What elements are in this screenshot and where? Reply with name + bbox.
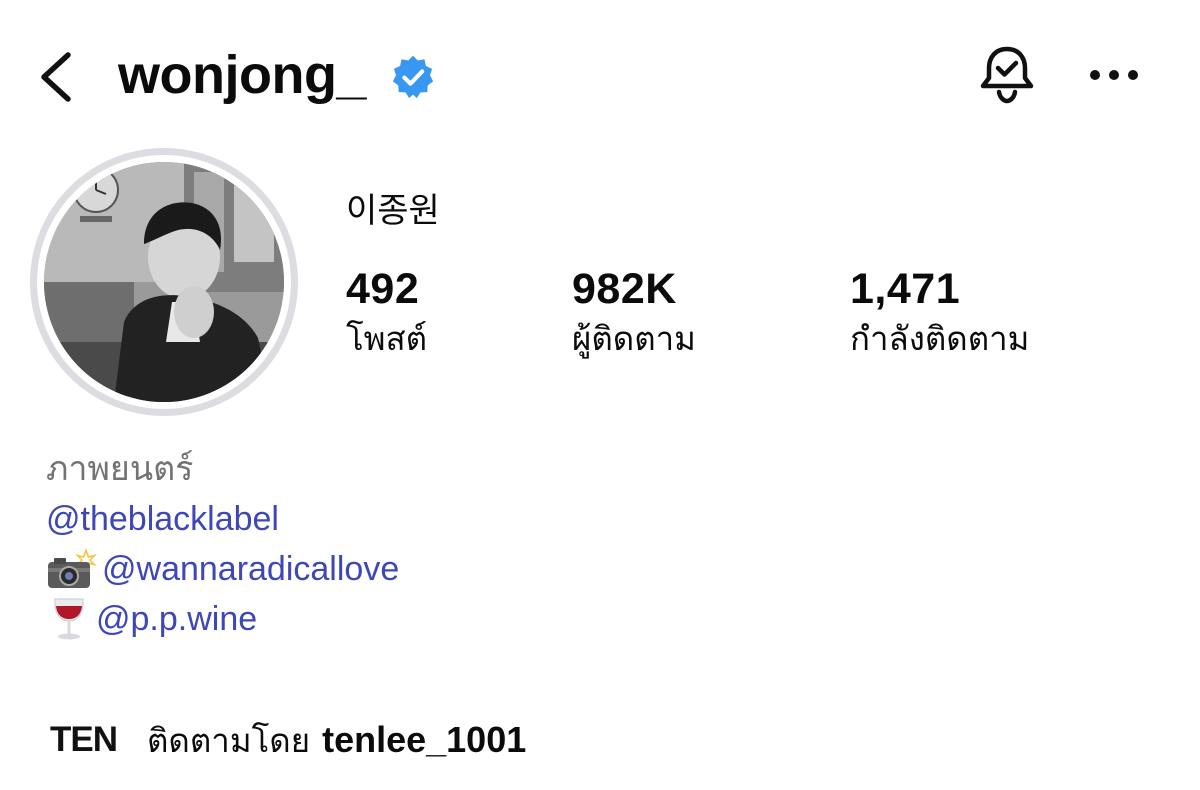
avatar-inner-border	[37, 155, 291, 409]
avatar-image	[44, 162, 284, 402]
followers-label: ผู้ติดตาม	[572, 319, 696, 358]
more-options-button[interactable]	[1082, 50, 1146, 100]
bio-category: ภาพยนตร์	[46, 450, 194, 488]
bio-link-ppwine[interactable]: @p.p.wine	[46, 594, 399, 644]
bio-link-text: @wannaradicallove	[102, 550, 400, 588]
bio-link-wannaradicallove[interactable]: @wannaradicallove	[46, 544, 399, 594]
following-count: 1,471	[850, 265, 961, 313]
camera-flash-emoji-icon	[46, 548, 98, 590]
bell-check-icon	[980, 46, 1034, 104]
back-button[interactable]	[28, 42, 84, 112]
follower-avatar-badge: TEN	[50, 720, 118, 759]
followed-by-row[interactable]: TEN ติดตามโดย tenlee_1001	[50, 714, 526, 766]
chevron-left-icon	[41, 52, 71, 102]
notifications-button[interactable]	[972, 40, 1042, 110]
profile-username: wonjong_	[118, 45, 366, 105]
ellipsis-icon	[1090, 70, 1138, 80]
posts-count: 492	[346, 265, 420, 313]
bio-link-theblacklabel[interactable]: @theblacklabel	[46, 494, 399, 544]
followed-by-prefix: ติดตามโดย	[147, 720, 311, 760]
followed-by-username: tenlee_1001	[322, 719, 527, 760]
followers-count: 982K	[572, 265, 677, 313]
profile-avatar[interactable]	[30, 148, 298, 416]
posts-label: โพสต์	[346, 319, 428, 358]
profile-display-name: 이종원	[346, 191, 440, 231]
avatar-photo	[44, 162, 284, 402]
bio-link-text: @theblacklabel	[46, 500, 279, 538]
stat-following[interactable]: 1,471 กำลังติดตาม	[850, 262, 1029, 362]
profile-bio: ภาพยนตร์ @theblacklabel @wannaradicallov…	[46, 444, 399, 644]
stat-followers[interactable]: 982K ผู้ติดตาม	[572, 262, 696, 362]
verified-badge-icon	[392, 55, 434, 99]
profile-header: wonjong_	[0, 0, 1200, 150]
bio-link-text: @p.p.wine	[96, 600, 258, 638]
wine-glass-emoji-icon	[46, 597, 92, 641]
following-label: กำลังติดตาม	[850, 319, 1030, 358]
stat-posts[interactable]: 492 โพสต์	[346, 262, 427, 362]
